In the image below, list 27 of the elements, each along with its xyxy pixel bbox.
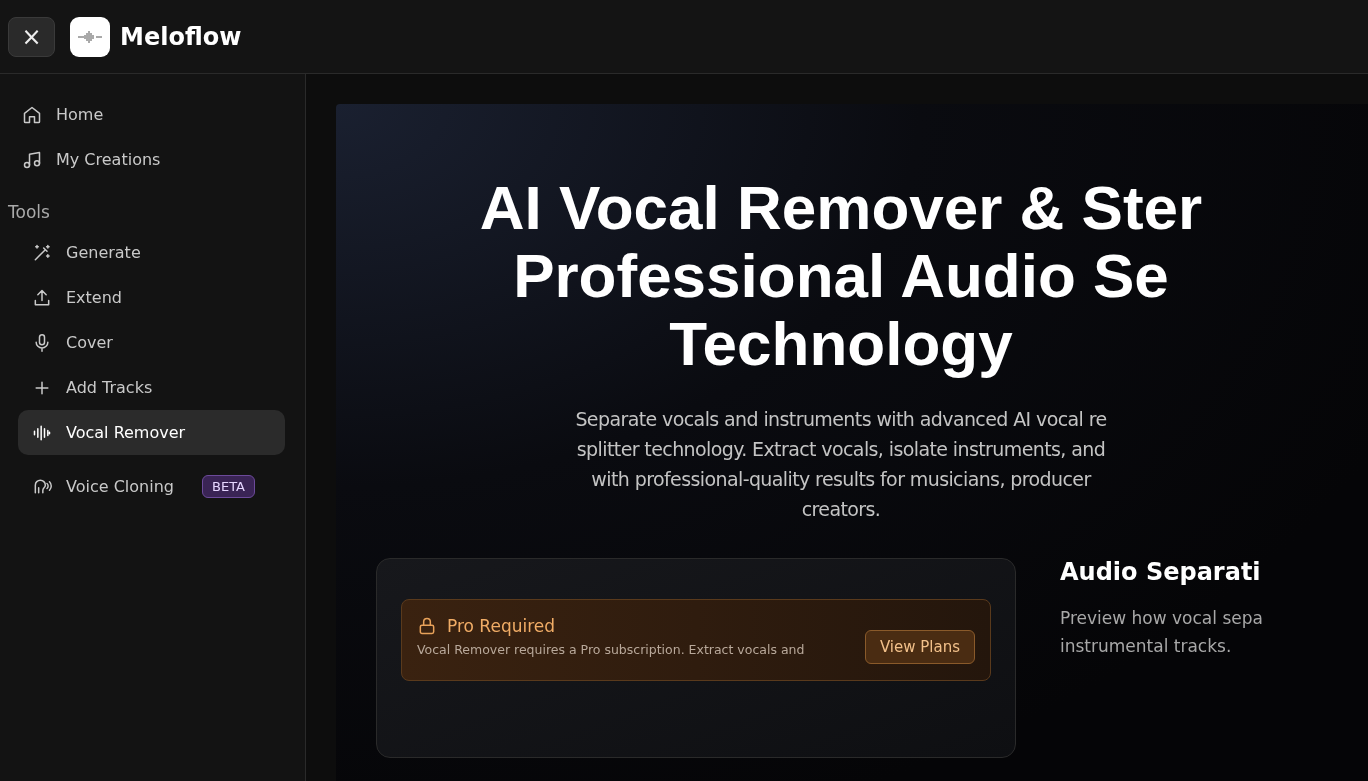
hero-subtitle: Separate vocals and instruments with advanced AI vocal re splitter technology. Extract vocals, isolate instruments, and with professional-quality results for musicians, producer creators. [575, 407, 1107, 522]
sidebar-item[interactable]: Cover [18, 320, 285, 365]
sidebar-item[interactable]: Extend [18, 275, 285, 320]
lock-icon [417, 616, 437, 636]
close-button[interactable]: × [8, 16, 55, 57]
section-title: Tools [8, 202, 51, 224]
view-plans-button[interactable]: View Plans [864, 630, 975, 664]
sidebar-item[interactable]: Home [8, 92, 285, 137]
voice-waves-icon [32, 476, 52, 496]
section-description: Preview how vocal sepa instrumental tracks. [1060, 607, 1263, 658]
notice-title: Pro Required [447, 616, 556, 636]
music-note-icon [22, 149, 42, 170]
waveform-logo-icon [70, 16, 110, 57]
sidebar-item[interactable]: Vocal Remover [18, 410, 285, 455]
sidebar-item[interactable]: My Creations [8, 137, 285, 182]
home-icon [22, 104, 42, 125]
section-heading: Audio Separati [1060, 558, 1262, 586]
hero-title: AI Vocal Remover & Ster Professional Audio Se Technology [479, 174, 1203, 378]
microphone-icon [32, 332, 52, 353]
sidebar-item[interactable]: Add Tracks [18, 365, 285, 410]
magic-wand-icon [32, 242, 52, 263]
sidebar-item[interactable]: Voice Cloning BETA [18, 457, 285, 515]
upload-icon [32, 287, 52, 308]
notice-text: Vocal Remover requires a Pro subscription. Extract vocals and [417, 642, 805, 657]
sidebar-item[interactable]: Generate [18, 230, 285, 275]
brand-name: Meloflow [120, 22, 242, 51]
beta-badge: BETA [202, 474, 255, 498]
